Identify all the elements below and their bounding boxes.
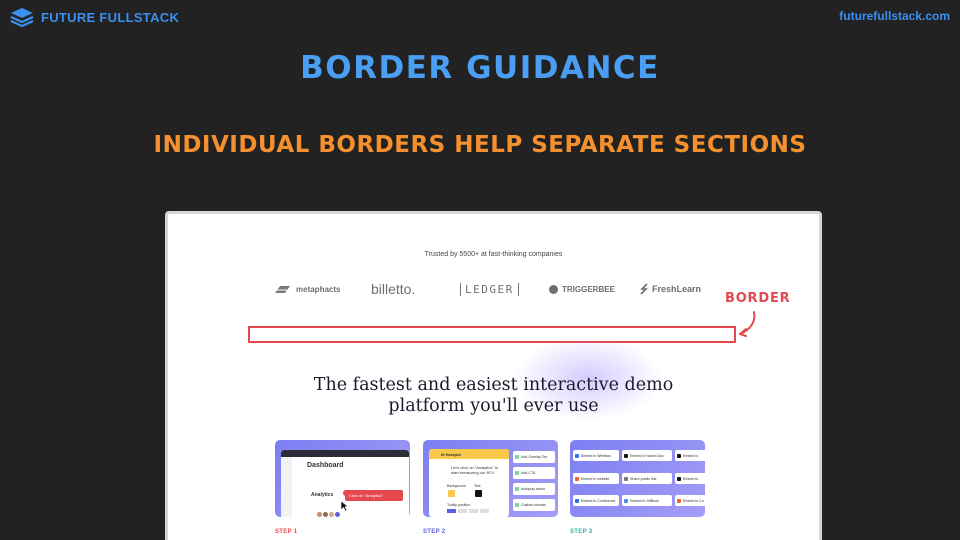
- layers-logo-icon: [10, 8, 34, 27]
- slide-subtitle: INDIVIDUAL BORDERS HELP SEPARATE SECTION…: [153, 132, 807, 158]
- logo-freshlearn: FreshLearn: [640, 276, 701, 302]
- embed-item: Embed in website: [573, 473, 619, 484]
- action-item: Custom domain: [513, 499, 555, 511]
- step1-card: Dashboard Analytics Click on "Analytics": [275, 440, 410, 517]
- trusted-text: Trusted by 5500+ at fast-thinking compan…: [424, 251, 563, 258]
- step1-label: STEP 1: [275, 529, 298, 535]
- site-url[interactable]: futurefullstack.com: [839, 9, 950, 23]
- embed-item: Embed in Webflow: [573, 450, 619, 461]
- metaphacts-mark-icon: [275, 285, 290, 293]
- hero-headline: The fastest and easiest interactive demo…: [313, 375, 674, 416]
- logo-triggerbee: TRIGGERBEE: [549, 276, 615, 302]
- embed-item: Embed in: [675, 450, 705, 461]
- slide-title: BORDER GUIDANCE: [300, 50, 660, 86]
- website-screenshot: Trusted by 5500+ at fast-thinking compan…: [165, 211, 822, 540]
- cursor-icon: [340, 500, 349, 512]
- embed-item: Embed in Notion Doc: [622, 450, 672, 461]
- action-item: Add CTA: [513, 467, 555, 479]
- border-label: BORDER: [725, 291, 791, 306]
- step2-label: STEP 2: [423, 529, 446, 535]
- action-item: Autoplay demo: [513, 483, 555, 495]
- embed-item: Share public link: [622, 473, 672, 484]
- step2-card: Edit Hotspot Let's click on "Analytics" …: [423, 440, 558, 517]
- analytics-label: Analytics: [311, 492, 334, 498]
- logo-billetto: billetto.: [371, 281, 416, 297]
- triggerbee-mark-icon: [549, 284, 558, 294]
- brand-name: FUTURE FULLSTACK: [41, 9, 180, 25]
- action-item: Add Overlay Tex: [513, 451, 555, 463]
- embed-item: Embed in GitBook: [622, 495, 672, 506]
- tooltip: Click on "Analytics": [345, 490, 403, 501]
- embed-item: Embed in Confluence: [573, 495, 619, 506]
- embed-item: Embed in Co: [675, 495, 705, 506]
- logo-row: metaphacts billetto. LEDGER TRIGGERBEE F…: [268, 276, 728, 302]
- embed-item: Embed in: [675, 473, 705, 484]
- step3-card: Embed in Webflow Embed in Notion Doc Emb…: [570, 440, 705, 517]
- edit-hotspot-header: Edit Hotspot: [429, 449, 509, 459]
- step3-label: STEP 3: [570, 529, 593, 535]
- logo-ledger: LEDGER: [460, 276, 519, 302]
- dashboard-title: Dashboard: [307, 462, 344, 469]
- curved-arrow-icon: [739, 311, 756, 337]
- logo-metaphacts: metaphacts: [273, 276, 340, 302]
- brand: FUTURE FULLSTACK: [10, 7, 179, 27]
- freshlearn-mark-icon: [640, 283, 648, 295]
